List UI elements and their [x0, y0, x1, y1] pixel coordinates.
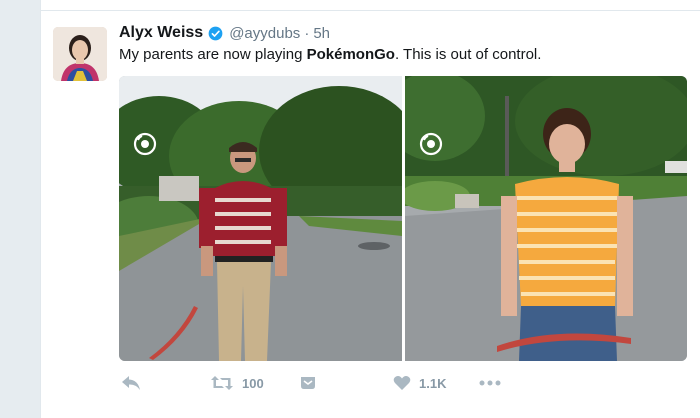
tweet-text-before: My parents are now playing [119, 46, 307, 63]
reply-button[interactable] [121, 371, 141, 395]
direct-message-icon [299, 375, 317, 391]
tweet-text-after: . This is out of control. [394, 46, 542, 63]
divider [40, 10, 700, 11]
ar-mode-icon [419, 132, 443, 156]
avatar-image [53, 27, 107, 81]
like-count: 1.1K [419, 375, 447, 391]
tweet-text-bold: PokémonGo [306, 46, 395, 63]
more-button[interactable] [479, 371, 501, 395]
heart-icon [393, 375, 411, 391]
retweet-button[interactable]: 100 [210, 371, 264, 395]
retweet-count: 100 [242, 375, 264, 391]
more-icon [479, 380, 501, 386]
photo-right[interactable] [405, 76, 687, 361]
photo-left[interactable] [119, 76, 402, 361]
direct-message-button[interactable] [299, 371, 317, 395]
avatar[interactable] [53, 27, 107, 81]
media-grid [119, 76, 687, 361]
retweet-icon [210, 375, 234, 391]
reply-icon [121, 375, 141, 391]
author-handle[interactable]: @ayydubs [229, 25, 300, 42]
tweet-text: My parents are now playing PokémonGo. Th… [119, 46, 541, 63]
ar-mode-icon [133, 132, 157, 156]
verified-badge-icon [208, 26, 223, 41]
timestamp[interactable]: 5h [313, 25, 330, 42]
tweet-header: Alyx Weiss @ayydubs · 5h [119, 24, 330, 42]
tweet-actions: 100 1.1K [119, 371, 679, 395]
separator: · [304, 24, 310, 42]
like-button[interactable]: 1.1K [393, 371, 446, 395]
author-name[interactable]: Alyx Weiss [119, 24, 203, 42]
